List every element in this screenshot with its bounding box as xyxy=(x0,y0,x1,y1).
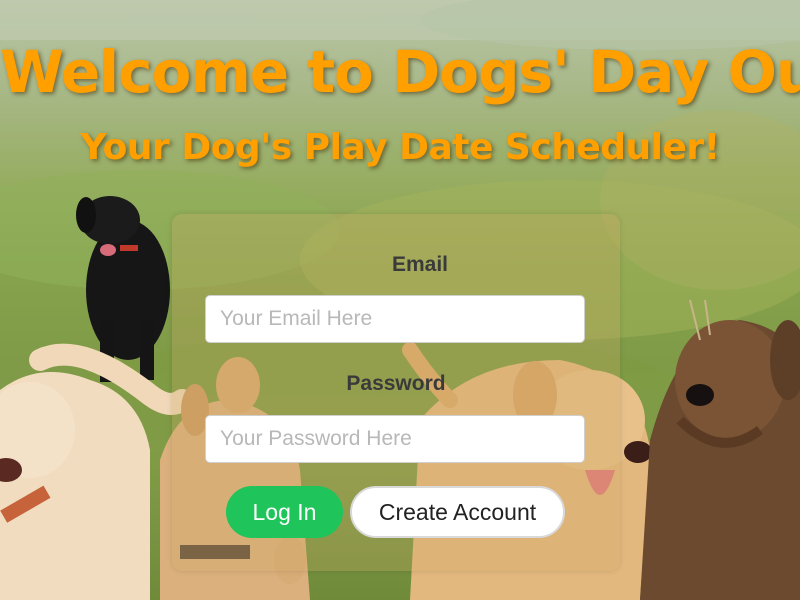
page-title: Welcome to Dogs' Day Out xyxy=(0,38,800,106)
password-label: Password xyxy=(346,372,446,395)
create-account-button[interactable]: Create Account xyxy=(350,486,565,538)
log-in-button[interactable]: Log In xyxy=(226,486,343,538)
password-input[interactable] xyxy=(205,415,585,463)
brown-curly-dog-icon xyxy=(640,299,800,600)
page-subtitle: Your Dog's Play Date Scheduler! xyxy=(80,127,720,168)
login-page: Welcome to Dogs' Day Out Your Dog's Play… xyxy=(0,0,800,600)
login-card: Email Password Log In Create Account xyxy=(172,214,620,571)
email-input[interactable] xyxy=(205,295,585,343)
email-label: Email xyxy=(391,253,449,276)
